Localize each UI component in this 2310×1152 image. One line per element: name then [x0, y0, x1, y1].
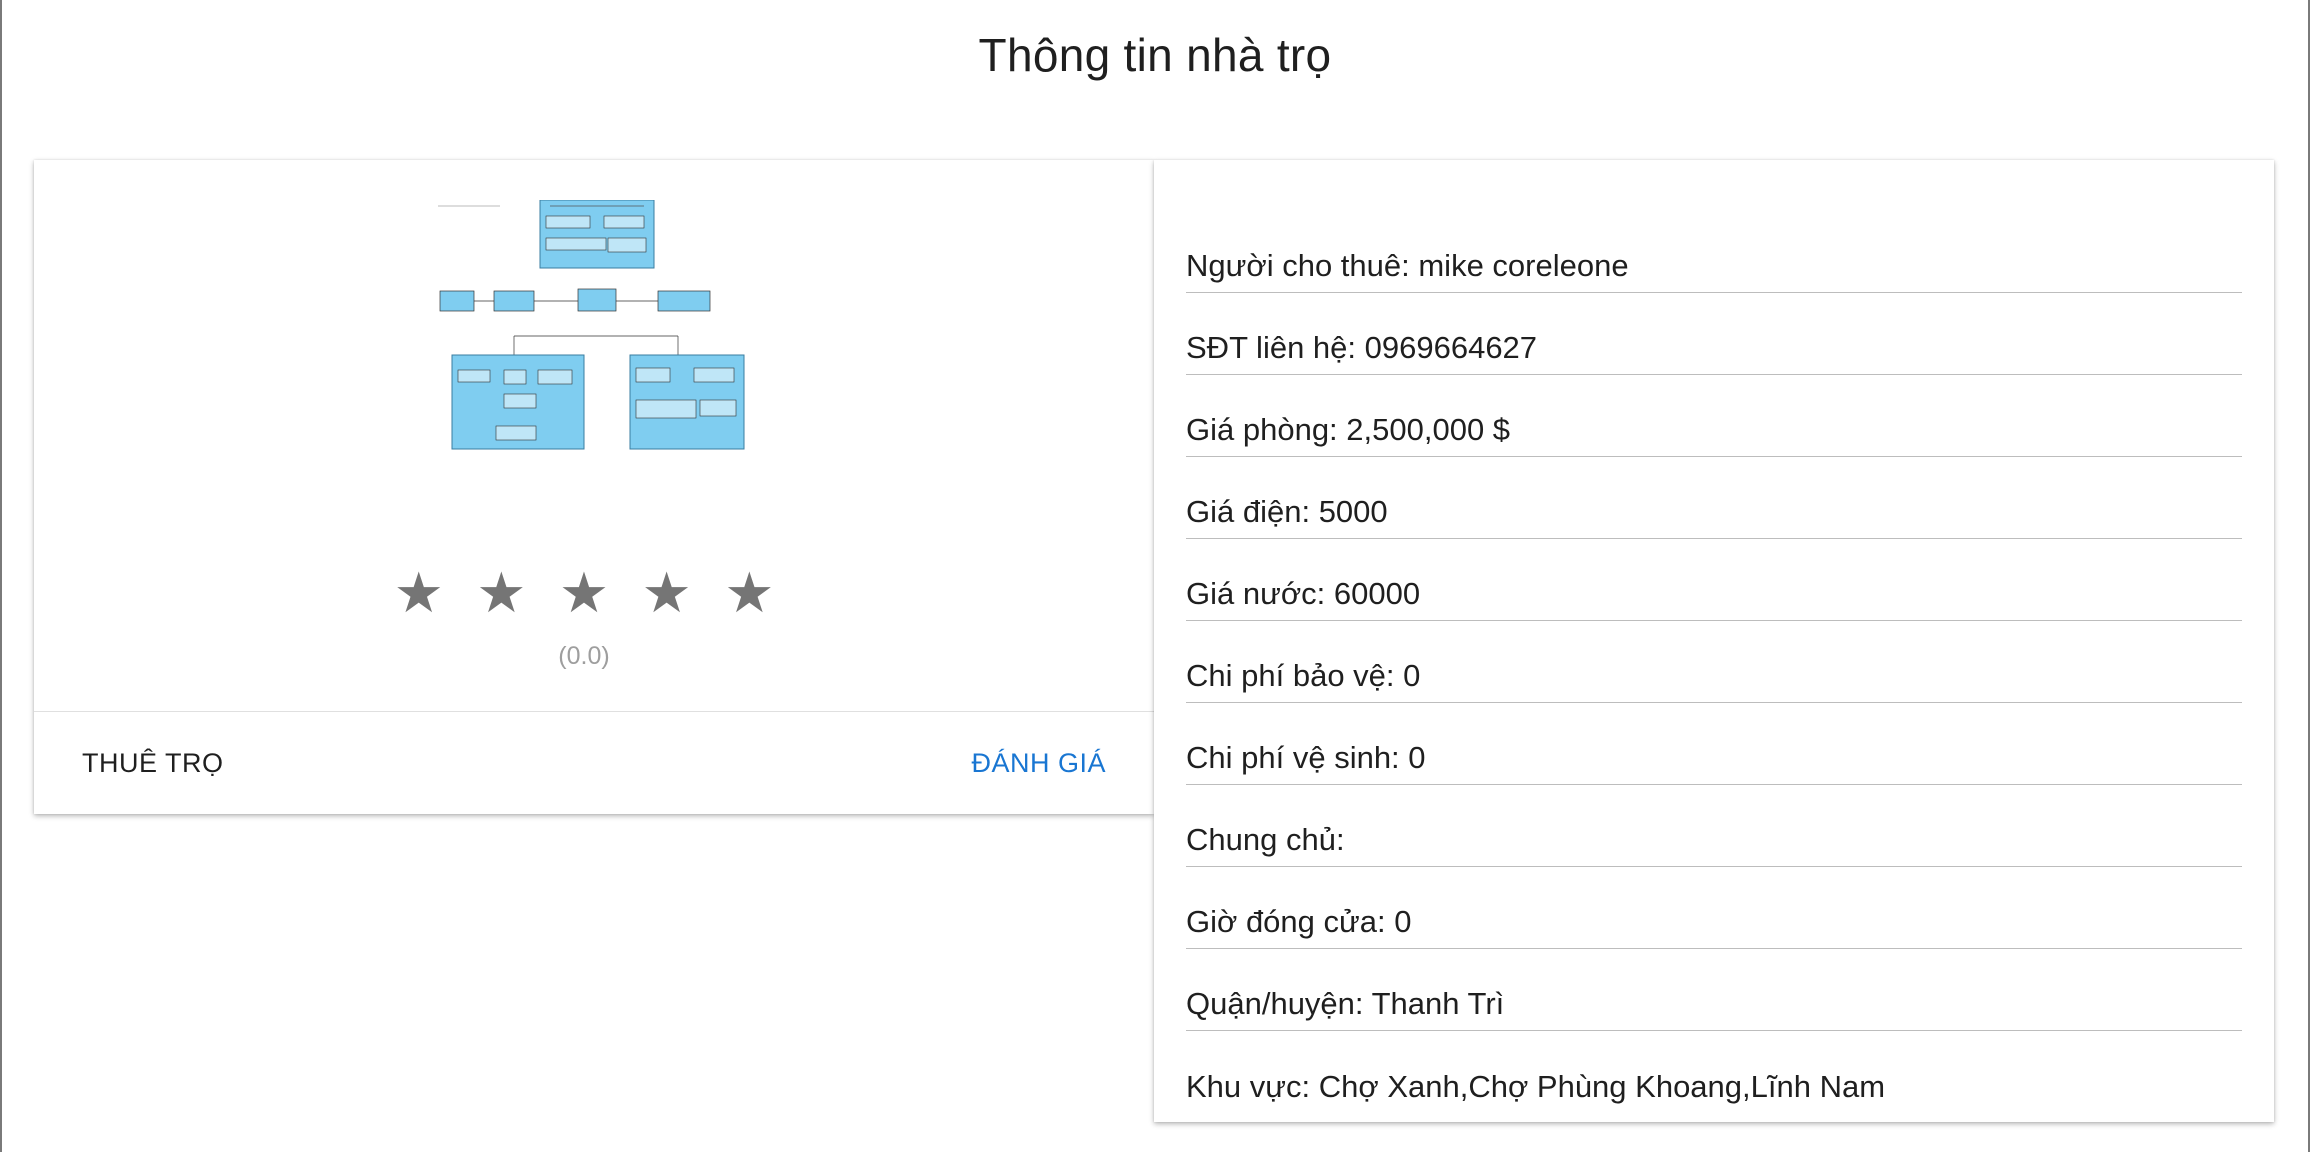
detail-area: Khu vực: Chợ Xanh,Chợ Phùng Khoang,Lĩnh … — [1186, 1032, 2242, 1113]
rent-button[interactable]: THUÊ TRỌ — [68, 735, 238, 791]
detail-water-price: Giá nước: 60000 — [1186, 540, 2242, 621]
star-2-icon[interactable]: ★ — [476, 565, 526, 621]
star-3-icon[interactable]: ★ — [559, 565, 609, 621]
diagram-thumbnail — [438, 199, 745, 450]
detail-room-price-text: Giá phòng: 2,500,000 $ — [1186, 412, 1511, 447]
detail-landlord: Người cho thuê: mike coreleone — [1186, 212, 2242, 293]
detail-phone-text: SĐT liên hệ: 0969664627 — [1186, 330, 1538, 365]
page-title: Thông tin nhà trọ — [978, 29, 1332, 81]
detail-phone: SĐT liên hệ: 0969664627 — [1186, 294, 2242, 375]
detail-security-fee: Chi phí bảo vệ: 0 — [1186, 622, 2242, 703]
detail-shared-owner: Chung chủ: — [1186, 786, 2242, 867]
rating-stars[interactable]: ★ ★ ★ ★ ★ — [34, 565, 1134, 621]
details-card: Người cho thuê: mike coreleone SĐT liên … — [1154, 160, 2274, 1122]
detail-landlord-text: Người cho thuê: mike coreleone — [1186, 248, 1629, 283]
detail-cleaning-fee-text: Chi phí vệ sinh: 0 — [1186, 740, 1426, 775]
details-list: Người cho thuê: mike coreleone SĐT liên … — [1186, 212, 2242, 1114]
detail-cleaning-fee: Chi phí vệ sinh: 0 — [1186, 704, 2242, 785]
star-1-icon[interactable]: ★ — [394, 565, 444, 621]
review-button[interactable]: ĐÁNH GIÁ — [957, 735, 1120, 791]
star-4-icon[interactable]: ★ — [642, 565, 692, 621]
detail-closing-time-text: Giờ đóng cửa: 0 — [1186, 904, 1412, 939]
star-5-icon[interactable]: ★ — [724, 565, 774, 621]
rating-score: (0.0) — [558, 642, 610, 670]
detail-electricity-price-text: Giá điện: 5000 — [1186, 494, 1388, 529]
detail-electricity-price: Giá điện: 5000 — [1186, 458, 2242, 539]
card-divider — [34, 711, 1154, 712]
detail-area-text: Khu vực: Chợ Xanh,Chợ Phùng Khoang,Lĩnh … — [1186, 1069, 1886, 1104]
detail-district-text: Quận/huyện: Thanh Trì — [1186, 986, 1505, 1021]
window-border-left — [0, 0, 2, 1152]
detail-water-price-text: Giá nước: 60000 — [1186, 576, 1421, 611]
listing-card: ★ ★ ★ ★ ★ (0.0) THUÊ TRỌ ĐÁNH GIÁ — [34, 160, 1154, 814]
detail-district: Quận/huyện: Thanh Trì — [1186, 950, 2242, 1031]
detail-security-fee-text: Chi phí bảo vệ: 0 — [1186, 658, 1421, 693]
listing-image — [434, 199, 794, 450]
detail-closing-time: Giờ đóng cửa: 0 — [1186, 868, 2242, 949]
detail-shared-owner-text: Chung chủ: — [1186, 822, 1345, 857]
detail-room-price: Giá phòng: 2,500,000 $ — [1186, 376, 2242, 457]
